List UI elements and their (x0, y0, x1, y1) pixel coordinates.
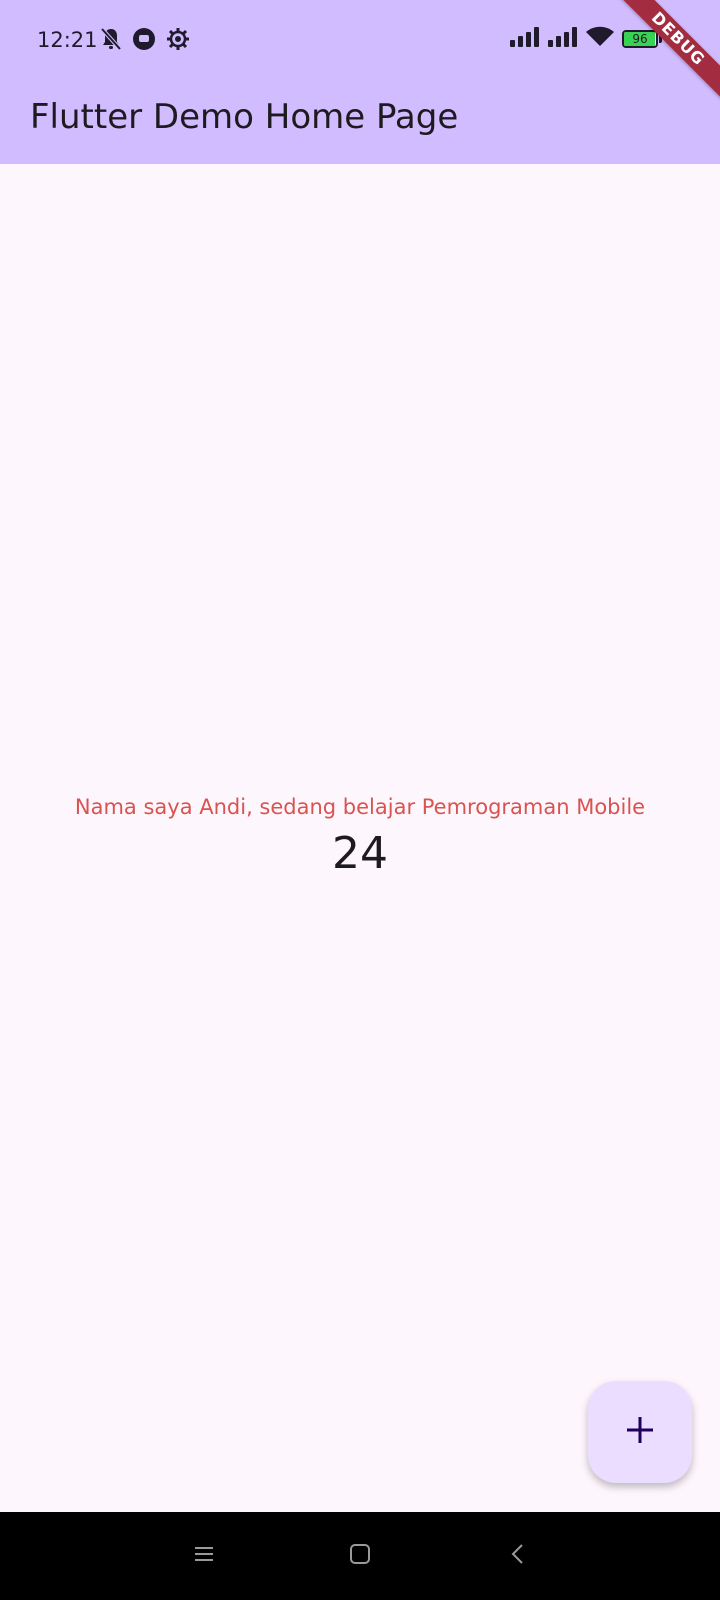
page-title: Flutter Demo Home Page (30, 97, 459, 137)
battery-level-text: 96 (632, 32, 648, 46)
main-content: Nama saya Andi, sedang belajar Pemrogram… (0, 164, 720, 1512)
home-button[interactable] (338, 1534, 382, 1578)
messenger-icon (132, 27, 156, 55)
system-nav-bar (0, 1512, 720, 1600)
wifi-icon (586, 26, 614, 52)
recents-button[interactable] (182, 1534, 226, 1578)
center-column: Nama saya Andi, sedang belajar Pemrogram… (0, 792, 720, 884)
bell-off-icon (100, 27, 122, 55)
status-time: 12:21 (37, 28, 98, 52)
menu-icon (193, 1545, 215, 1567)
status-bar: 12:21 96 (0, 0, 720, 80)
plus-icon (625, 1415, 655, 1449)
app-bar: Flutter Demo Home Page (0, 80, 720, 164)
intro-message: Nama saya Andi, sedang belajar Pemrogram… (74, 795, 646, 819)
battery-icon: 96 (622, 30, 658, 48)
back-button[interactable] (496, 1534, 540, 1578)
signal-icon (510, 27, 540, 51)
status-system-icons: 96 (510, 26, 662, 52)
battery-cap (659, 35, 662, 43)
gear-icon (166, 27, 190, 55)
counter-value: 24 (332, 828, 388, 879)
back-icon (510, 1543, 526, 1569)
status-notification-icons (100, 27, 190, 55)
signal-icon (548, 27, 578, 51)
home-icon (349, 1543, 371, 1569)
increment-button[interactable] (588, 1381, 692, 1483)
